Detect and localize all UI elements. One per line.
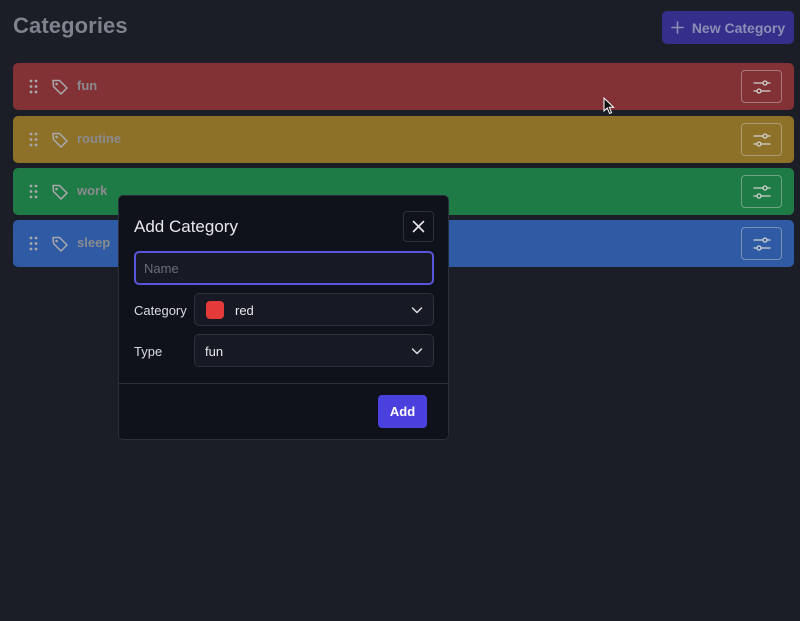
new-category-label: New Category — [691, 19, 786, 36]
type-field-label: Type — [134, 344, 163, 359]
tag-icon — [52, 184, 68, 200]
category-settings-button[interactable] — [741, 70, 782, 103]
chevron-down-icon — [411, 348, 423, 355]
category-label: sleep — [77, 235, 111, 250]
mouse-cursor-icon — [603, 97, 615, 115]
drag-handle-icon[interactable] — [29, 236, 38, 251]
dialog-title: Add Category — [134, 217, 238, 236]
category-label: work — [77, 183, 108, 198]
category-label: routine — [77, 131, 122, 146]
category-field-label: Category — [134, 303, 187, 318]
name-input[interactable] — [134, 251, 434, 285]
drag-handle-icon[interactable] — [29, 132, 38, 147]
category-select[interactable]: red — [194, 293, 434, 326]
chevron-down-icon — [411, 307, 423, 314]
categories-page: Categories New Category fun routine work… — [0, 0, 800, 621]
drag-handle-icon[interactable] — [29, 79, 38, 94]
type-select-value: fun — [205, 344, 224, 359]
tag-icon — [52, 236, 68, 252]
close-icon — [412, 220, 425, 233]
category-row-routine[interactable]: routine — [13, 116, 794, 163]
plus-icon — [671, 21, 684, 34]
sliders-icon — [752, 236, 771, 251]
tag-icon — [52, 132, 68, 148]
color-swatch — [206, 301, 224, 319]
add-category-dialog: Add Category Category red Type fun Add — [118, 195, 449, 440]
category-label: fun — [77, 78, 98, 93]
drag-handle-icon[interactable] — [29, 184, 38, 199]
category-settings-button[interactable] — [741, 123, 782, 156]
page-title: Categories — [13, 13, 128, 38]
category-row-fun[interactable]: fun — [13, 63, 794, 110]
add-button[interactable]: Add — [378, 395, 427, 428]
tag-icon — [52, 79, 68, 95]
sliders-icon — [752, 79, 771, 94]
dialog-divider — [119, 383, 448, 384]
new-category-button[interactable]: New Category — [662, 11, 794, 44]
sliders-icon — [752, 132, 771, 147]
sliders-icon — [752, 184, 771, 199]
category-settings-button[interactable] — [741, 227, 782, 260]
category-settings-button[interactable] — [741, 175, 782, 208]
type-select[interactable]: fun — [194, 334, 434, 367]
category-select-value: red — [235, 303, 254, 318]
close-dialog-button[interactable] — [403, 211, 434, 242]
